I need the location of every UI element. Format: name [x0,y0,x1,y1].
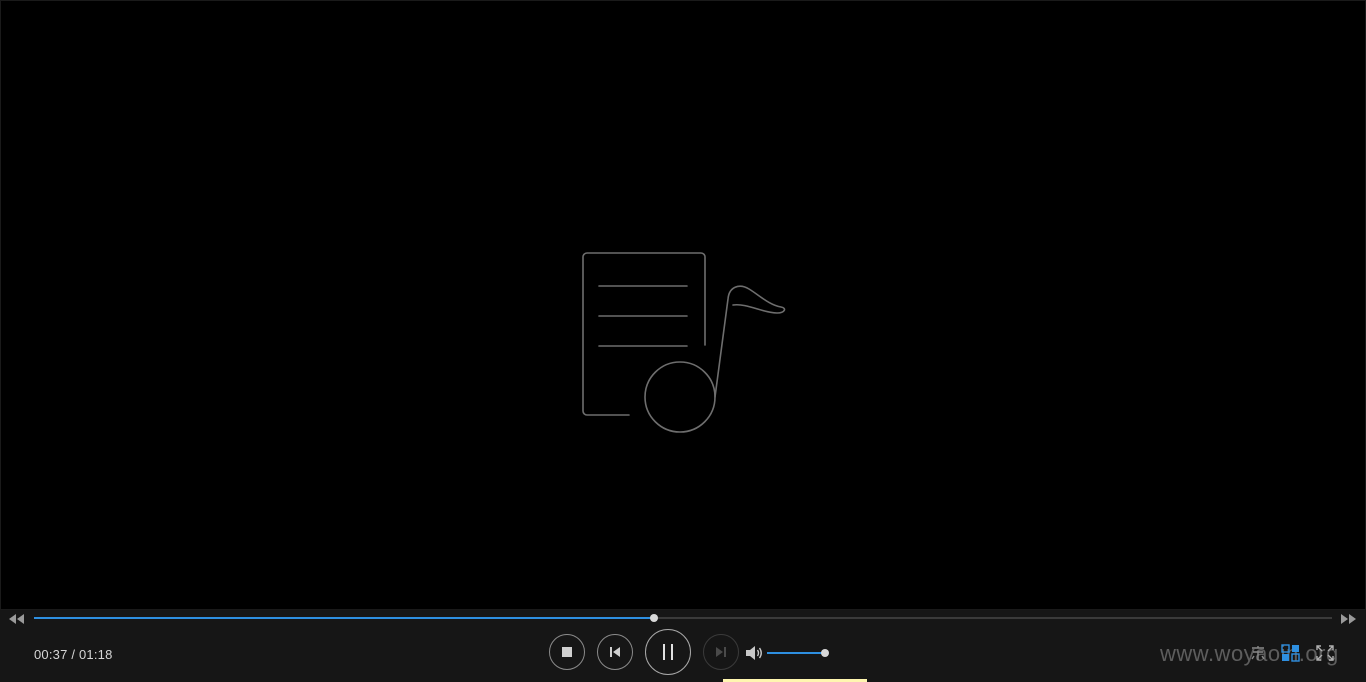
fast-forward-icon[interactable] [1339,612,1359,626]
pause-icon [663,644,673,660]
speaker-icon[interactable] [745,645,763,661]
volume-fill [767,652,826,654]
total-time: 01:18 [78,647,113,662]
music-document-icon [582,252,786,433]
stop-icon [562,647,572,657]
next-button[interactable] [703,634,739,670]
pause-button[interactable] [645,629,691,675]
volume-handle[interactable] [821,649,830,657]
seek-row [0,610,1366,628]
progress-bar[interactable] [34,614,1332,622]
control-bar: 00:37 / 01:18 www.woyaoin.org [0,628,1366,682]
volume-slider[interactable] [767,649,830,657]
progress-handle[interactable] [650,614,659,622]
previous-track-icon [610,647,620,657]
layout-grid-icon[interactable] [1281,644,1301,662]
time-separator: / [71,647,76,662]
previous-button[interactable] [597,634,633,670]
stop-button[interactable] [549,634,585,670]
current-time: 00:37 [34,647,68,662]
media-player: 00:37 / 01:18 www.woyaoin.org [0,0,1366,682]
rewind-icon[interactable] [6,612,26,626]
fullscreen-icon[interactable] [1315,644,1335,662]
subtitle-icon[interactable] [1248,644,1268,662]
progress-fill [34,617,655,619]
time-display: 00:37 / 01:18 [34,647,113,662]
next-track-icon [716,647,726,657]
video-area[interactable] [0,0,1366,610]
